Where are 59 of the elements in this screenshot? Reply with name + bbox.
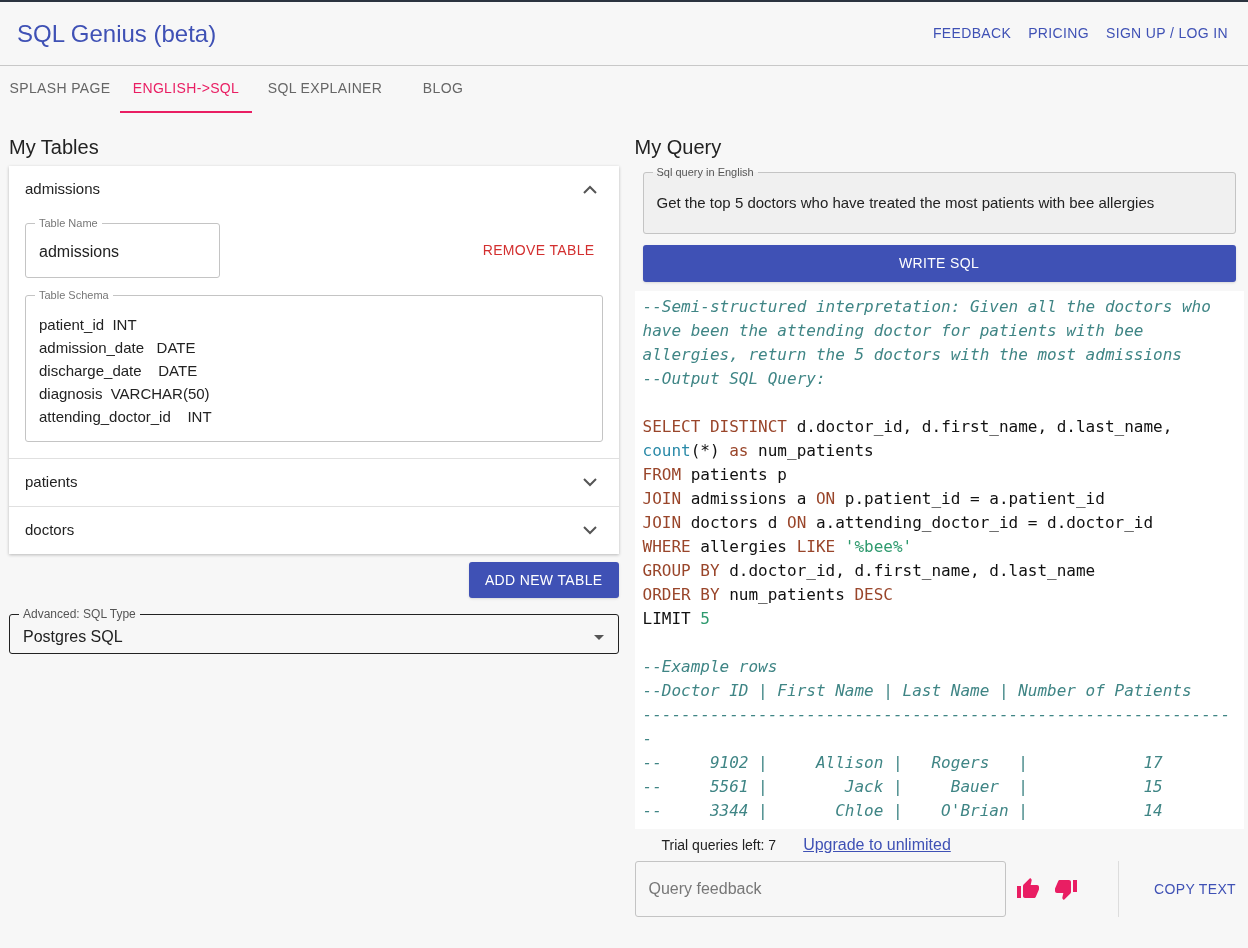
nav-link[interactable]: SIGN UP / LOG IN (1105, 23, 1228, 44)
code-line: have been the attending doctor for patients with bee (642, 320, 1145, 342)
code-line: --Doctor ID | First Name | Last Name | Number of Patients (642, 680, 1193, 702)
code-line: SELECT DISTINCT d.doctor_id, d.first_name, d.last_name, (642, 416, 1174, 438)
code-line: --Example rows (642, 656, 779, 678)
code-line: WHERE allergies LIKE '%bee%' (642, 536, 914, 558)
code-line: -- 3344 | Chloe | O'Brian | 14 (642, 800, 1164, 822)
query-field[interactable]: Sql query in English Get the top 5 doctors who have treated the most patients with bee allergies (642, 165, 1236, 234)
code-line: --Semi-structured interpretation: Given all the doctors who (642, 296, 1212, 318)
schema-line: patient_id INT (38, 315, 138, 335)
schema-field[interactable]: Table Schema patient_id INT admission_date DATE discharge_date DATE diagnosis VARCHAR(50) attending_doctor_id INT (25, 288, 603, 442)
tab[interactable]: BLOG (398, 66, 488, 113)
upgrade-link[interactable]: Upgrade to unlimited (803, 833, 951, 857)
nav-link[interactable]: FEEDBACK (932, 23, 1012, 44)
code-line: - (642, 728, 654, 750)
table-name[interactable]: patients (25, 471, 78, 494)
field-label: Sql query in English (655, 165, 755, 179)
field-label: Advanced: SQL Type (22, 607, 137, 621)
code-line: -- 5561 | Jack | Bauer | 15 (642, 776, 1164, 798)
trial-queries-text: Trial queries left: 7 (661, 835, 777, 855)
remove-table-button[interactable]: REMOVE TABLE (482, 240, 595, 261)
table-name[interactable]: admissions (25, 178, 101, 201)
code-line: GROUP BY d.doctor_id, d.first_name, d.last_name (642, 560, 1097, 582)
schema-line: attending_doctor_id INT (38, 407, 213, 427)
chevron-down-icon[interactable] (582, 526, 597, 535)
tab[interactable]: ENGLISH->SQL (120, 66, 252, 113)
schema-line: admission_date DATE (38, 338, 197, 358)
schema-line: diagnosis VARCHAR(50) (38, 384, 211, 404)
dropdown-caret-icon[interactable] (593, 634, 604, 640)
code-line: LIMIT 5 (642, 608, 711, 630)
field-label: Table Name (38, 216, 99, 230)
tab[interactable]: SPLASH PAGE (0, 66, 120, 113)
add-table-button[interactable]: ADD NEW TABLE (468, 562, 619, 598)
schema-line: discharge_date DATE (38, 361, 199, 381)
thumbs-up-icon[interactable] (1015, 877, 1040, 901)
tab[interactable]: SQL EXPLAINER (252, 66, 398, 113)
code-line: FROM patients p (642, 464, 788, 486)
code-line: JOIN doctors d ON a.attending_doctor_id = d.doctor_id (642, 512, 1155, 534)
nav-link[interactable]: PRICING (1028, 23, 1089, 44)
thumbs-down-icon[interactable] (1053, 877, 1078, 901)
code-line: JOIN admissions a ON p.patient_id = a.patient_id (642, 488, 1106, 510)
field-label: Table Schema (38, 288, 110, 302)
chevron-down-icon[interactable] (582, 478, 597, 487)
copy-text-button[interactable]: COPY TEXT (1154, 878, 1236, 900)
code-line: allergies, return the 5 doctors with the most admissions (642, 344, 1183, 366)
chevron-up-icon[interactable] (582, 185, 597, 194)
write-sql-button[interactable]: WRITE SQL (642, 245, 1236, 282)
code-line: ORDER BY num_patients DESC (642, 584, 894, 606)
section-heading: My Query (634, 135, 723, 160)
table-name[interactable]: doctors (25, 519, 75, 542)
section-heading: My Tables (9, 135, 100, 160)
code-line: ------------------------------------------------------------- (642, 704, 1232, 726)
sql-type-select[interactable]: Advanced: SQL Type Postgres SQL (9, 607, 619, 654)
app-title: SQL Genius (beta) (17, 18, 217, 49)
code-line: -- 9102 | Allison | Rogers | 17 (642, 752, 1164, 774)
feedback-field[interactable]: Query feedback (634, 861, 1006, 917)
code-line: --Output SQL Query: (642, 368, 827, 390)
table-name-field[interactable]: Table Name admissions (25, 216, 220, 278)
code-line: count(*) as num_patients (642, 440, 875, 462)
